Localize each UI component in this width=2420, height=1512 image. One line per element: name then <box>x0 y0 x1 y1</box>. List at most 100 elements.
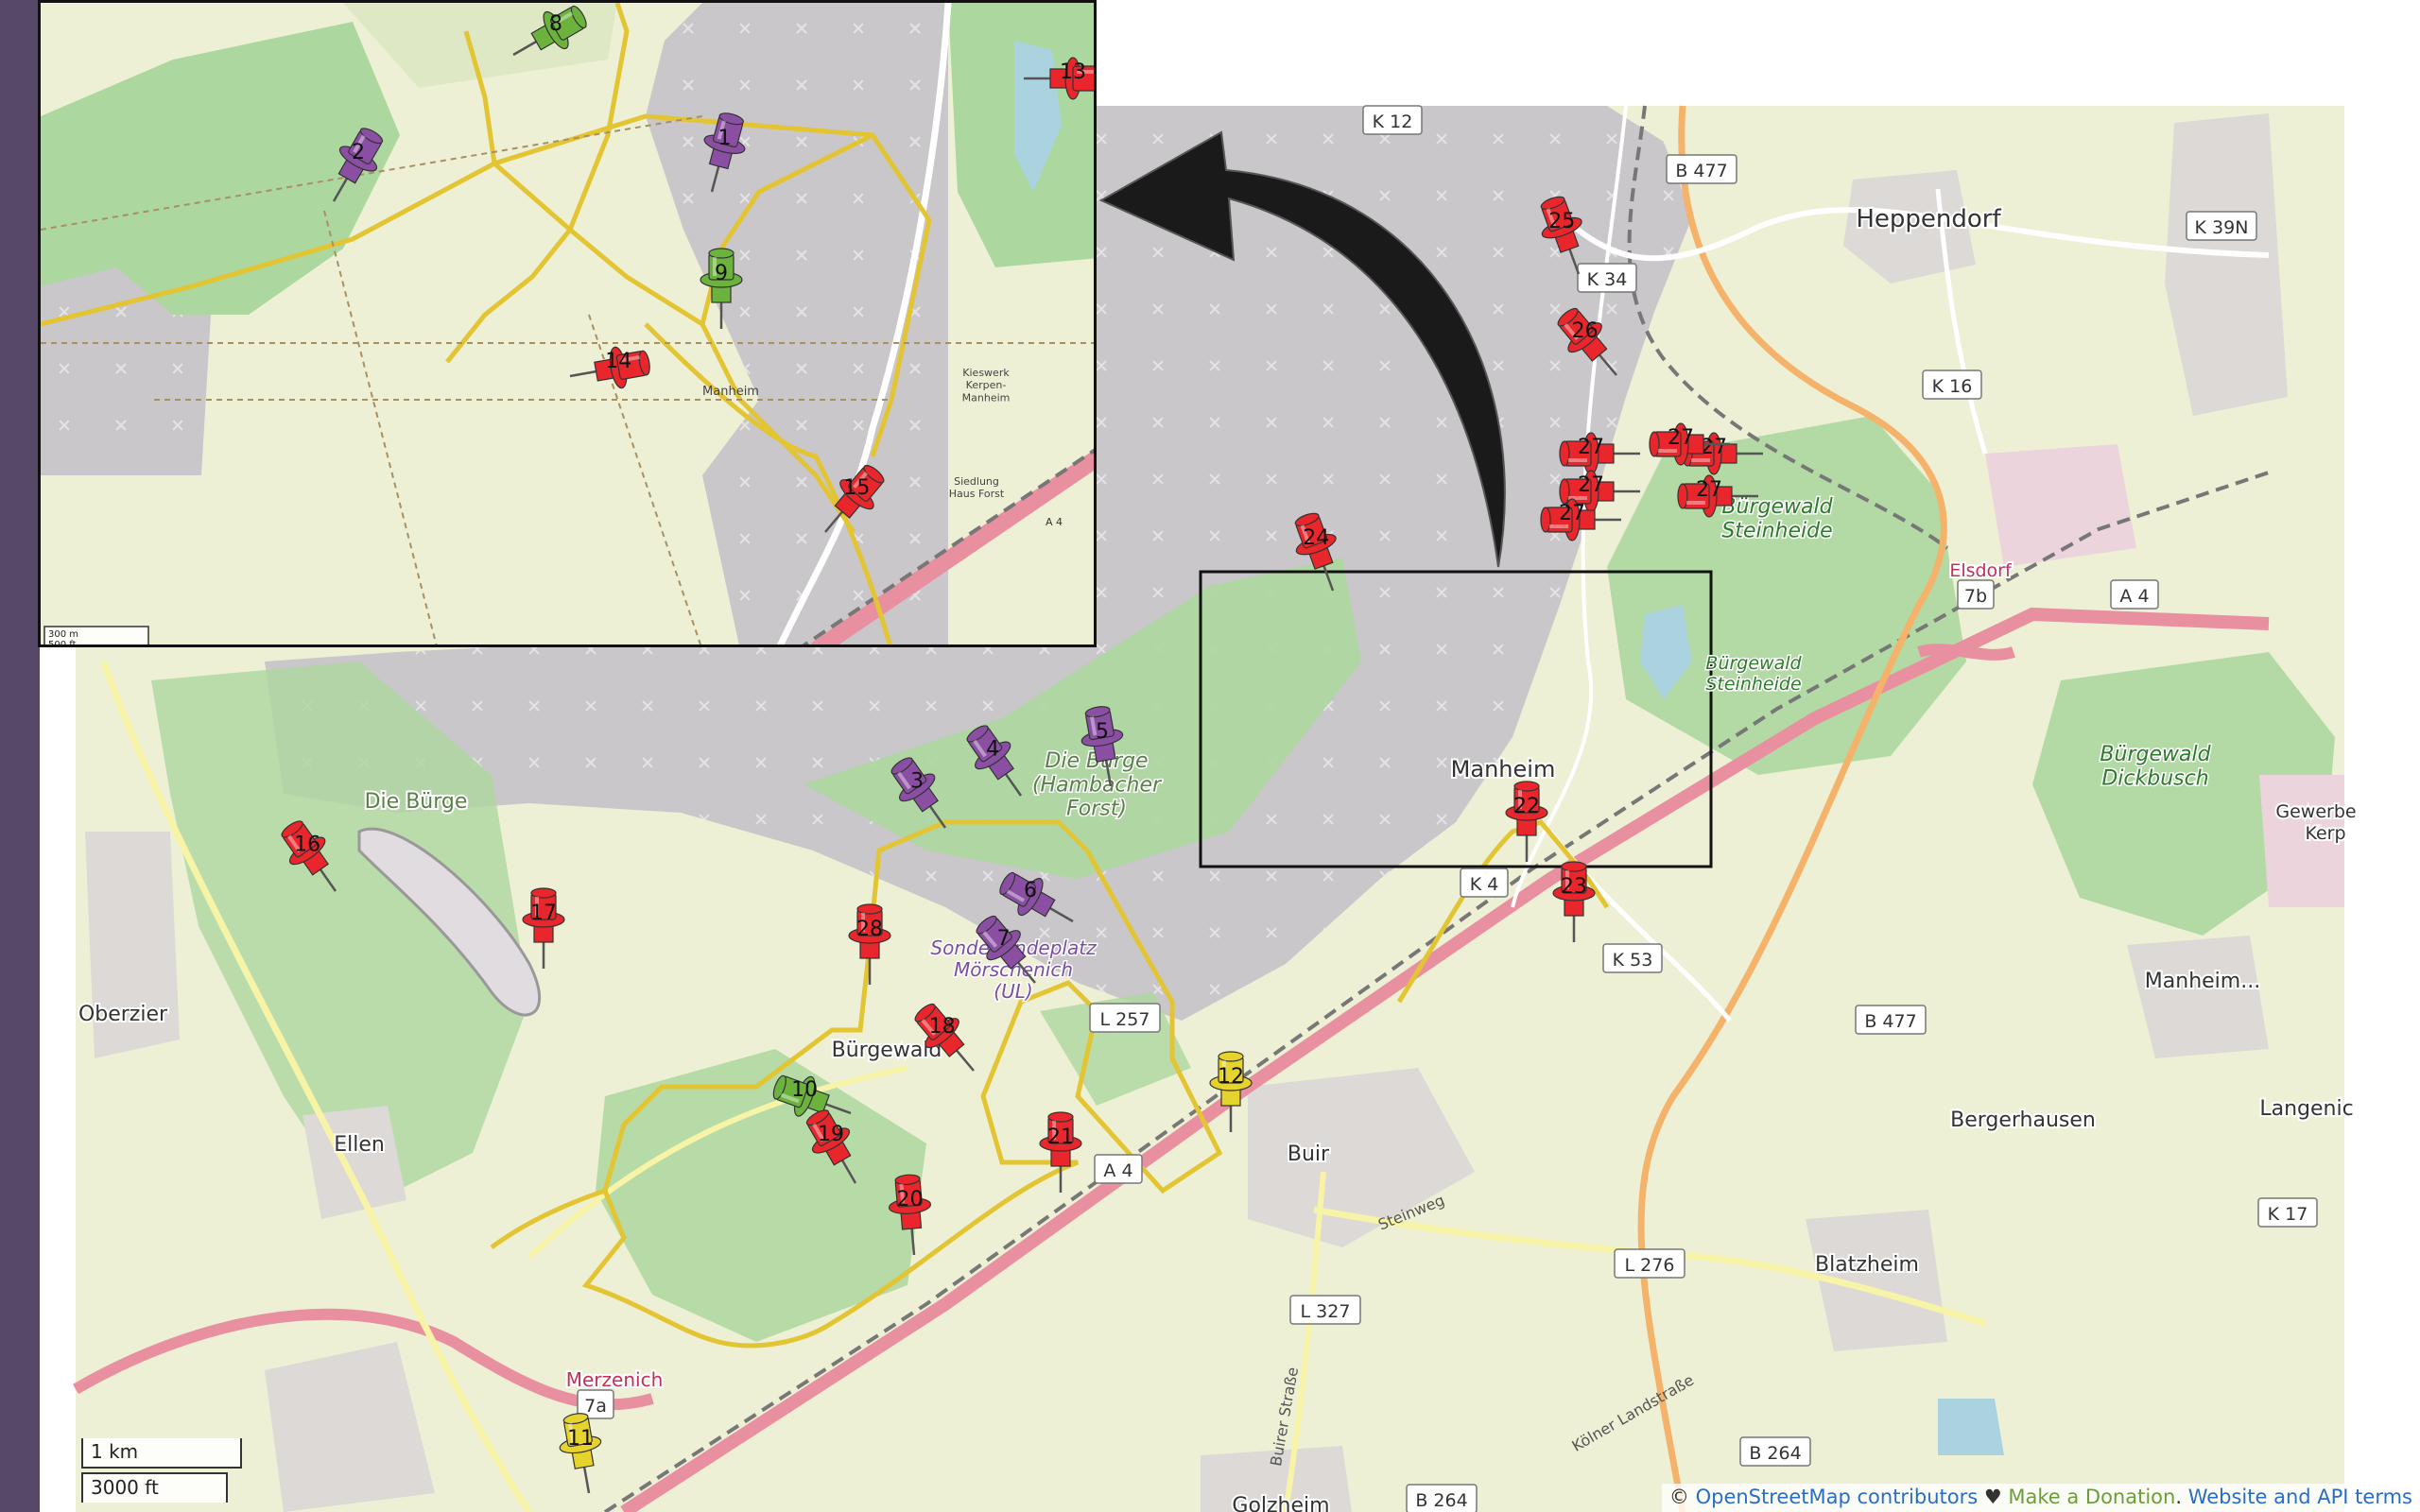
place-label-ellen: Ellen <box>334 1133 385 1157</box>
svg-text:K 53: K 53 <box>1613 950 1653 971</box>
svg-text:13: 13 <box>1060 60 1086 84</box>
svg-text:K 4: K 4 <box>1470 874 1499 895</box>
place-label-buir: Buir <box>1288 1143 1330 1166</box>
inset-scale-metric: 300 m <box>48 629 78 640</box>
road-shield-k39n: K 39N <box>2186 211 2257 241</box>
lake-south <box>1938 1399 2004 1455</box>
svg-text:27: 27 <box>1578 436 1604 459</box>
place-label-merzenich: Merzenich <box>566 1368 664 1391</box>
donation-link[interactable]: Make a Donation <box>2008 1486 2175 1508</box>
svg-text:K 17: K 17 <box>2268 1204 2308 1225</box>
svg-text:18: 18 <box>929 1015 956 1039</box>
heart-separator: ♥ <box>1978 1486 2009 1508</box>
map-scale-metric: 1 km <box>81 1438 242 1469</box>
svg-text:11: 11 <box>567 1427 594 1451</box>
svg-text:20: 20 <box>896 1188 923 1211</box>
map-scale-imperial: 3000 ft <box>81 1472 228 1503</box>
svg-text:10: 10 <box>791 1078 818 1102</box>
road-shield-k16: K 16 <box>1922 369 1982 400</box>
road-shield-b264-a: B 264 <box>1739 1436 1811 1467</box>
inset-label-a4: A 4 <box>1046 516 1063 528</box>
svg-text:6: 6 <box>1024 879 1037 902</box>
place-label-golzheim: Golzheim <box>1232 1494 1329 1512</box>
place-label-bergerhausen: Bergerhausen <box>1950 1108 2096 1132</box>
inset-map-canvas: Manheim Kieswerk Kerpen-Manheim Siedlung Hau… <box>41 3 1094 647</box>
svg-text:4: 4 <box>986 737 999 761</box>
place-label-langenich: Langenic <box>2259 1097 2353 1121</box>
svg-text:7b: 7b <box>1964 586 1987 607</box>
place-label-heppendorf: Heppendorf <box>1856 205 2001 233</box>
svg-text:L 327: L 327 <box>1301 1301 1351 1322</box>
svg-text:22: 22 <box>1513 795 1540 818</box>
svg-text:25: 25 <box>1548 210 1575 233</box>
svg-text:K 39N: K 39N <box>2195 217 2249 238</box>
place-label-blatzheim: Blatzheim <box>1815 1253 1919 1277</box>
place-label-kerpen: Kerp <box>2305 823 2345 844</box>
inset-label-siedlung: Siedlung Haus Forst <box>949 475 1005 500</box>
road-shield-k53: K 53 <box>1602 943 1663 973</box>
svg-text:L 257: L 257 <box>1100 1009 1150 1030</box>
svg-text:24: 24 <box>1303 526 1329 550</box>
scale-imperial-label: 3000 ft <box>91 1476 159 1499</box>
attribution-prefix: © <box>1668 1486 1696 1508</box>
svg-text:19: 19 <box>818 1123 844 1146</box>
svg-text:23: 23 <box>1561 875 1587 899</box>
svg-text:7: 7 <box>997 927 1011 951</box>
svg-text:12: 12 <box>1218 1065 1244 1089</box>
road-shield-k17: K 17 <box>2257 1197 2318 1228</box>
svg-text:16: 16 <box>294 833 320 856</box>
svg-text:B 477: B 477 <box>1864 1011 1916 1032</box>
attribution-separator: . <box>2175 1486 2188 1508</box>
svg-text:9: 9 <box>715 262 728 285</box>
svg-text:K 34: K 34 <box>1587 269 1628 290</box>
svg-text:7a: 7a <box>584 1396 607 1417</box>
svg-text:27: 27 <box>1668 426 1694 450</box>
svg-text:L 276: L 276 <box>1625 1255 1675 1276</box>
place-label-die-burge-west: Die Bürge <box>365 790 468 814</box>
map-attribution: © OpenStreetMap contributors ♥ Make a Do… <box>1661 1484 2420 1512</box>
place-label-manheim: Manheim <box>1451 756 1556 782</box>
road-shield-b264-b: B 264 <box>1406 1484 1478 1512</box>
road-shield-a4-east: A 4 <box>2110 579 2159 610</box>
terms-link[interactable]: Website and API terms <box>2188 1486 2412 1508</box>
svg-text:21: 21 <box>1047 1125 1074 1149</box>
svg-text:B 264: B 264 <box>1749 1443 1801 1464</box>
inset-map[interactable]: Manheim Kieswerk Kerpen-Manheim Siedlung Hau… <box>38 0 1097 647</box>
road-shield-l327: L 327 <box>1289 1295 1361 1325</box>
road-shield-exit-7b: 7b <box>1957 579 1995 610</box>
place-label-manheim-neu: Manheim... <box>2145 970 2260 993</box>
svg-text:1: 1 <box>717 127 731 150</box>
svg-text:26: 26 <box>1572 319 1599 343</box>
svg-text:8: 8 <box>549 12 562 36</box>
svg-text:A 4: A 4 <box>1103 1160 1132 1181</box>
osm-contributors-link[interactable]: OpenStreetMap contributors <box>1696 1486 1979 1508</box>
place-label-elsdorf: Elsdorf <box>1949 560 2013 581</box>
scale-metric-label: 1 km <box>91 1440 139 1463</box>
road-shield-k12: K 12 <box>1362 105 1423 135</box>
svg-text:27: 27 <box>1701 436 1727 459</box>
area-label-burgewald-dickbusch: Bürgewald Dickbusch <box>2100 743 2211 790</box>
road-shield-k4: K 4 <box>1460 868 1509 898</box>
svg-text:5: 5 <box>1096 720 1109 744</box>
svg-text:B 264: B 264 <box>1415 1490 1467 1511</box>
inset-scale-imperial: 500 ft <box>48 640 77 647</box>
road-shield-a4-west: A 4 <box>1094 1154 1143 1184</box>
inset-label-manheim: Manheim <box>702 385 759 399</box>
svg-text:28: 28 <box>856 918 883 941</box>
svg-text:2: 2 <box>352 141 365 164</box>
svg-text:K 16: K 16 <box>1932 376 1973 397</box>
road-shield-b477-north: B 477 <box>1666 154 1737 184</box>
area-label-burgewald-steinheide-2: Bürgewald Steinheide <box>1705 653 1802 695</box>
road-shield-k34: K 34 <box>1577 263 1637 293</box>
svg-text:B 477: B 477 <box>1675 161 1727 181</box>
svg-text:27: 27 <box>1578 473 1604 497</box>
road-shield-l276: L 276 <box>1614 1248 1685 1279</box>
svg-text:17: 17 <box>530 902 557 925</box>
svg-text:27: 27 <box>1696 478 1722 502</box>
svg-text:3: 3 <box>910 769 924 793</box>
motorway-a4-elsdorf <box>1917 644 2015 661</box>
svg-text:A 4: A 4 <box>2119 586 2149 607</box>
svg-text:27: 27 <box>1559 502 1585 525</box>
road-shield-b477-south: B 477 <box>1855 1005 1927 1035</box>
road-shield-l257: L 257 <box>1089 1003 1161 1033</box>
